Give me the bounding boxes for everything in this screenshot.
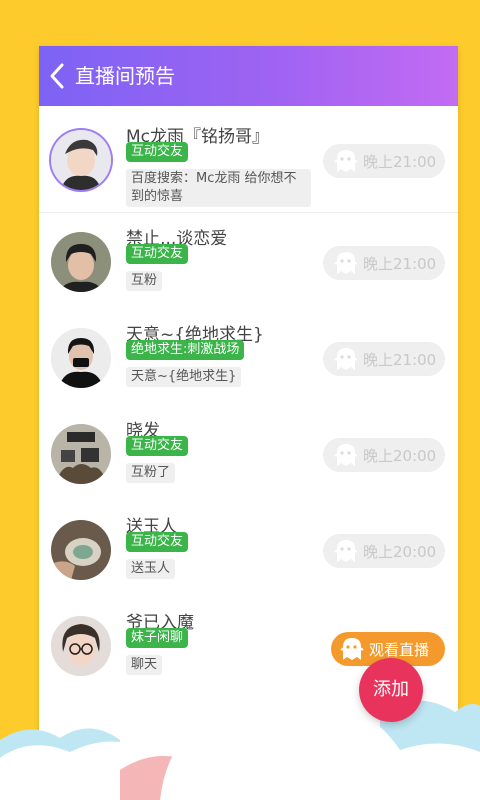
schedule-button[interactable]: 晚上20:00 <box>323 438 445 472</box>
avatar <box>51 424 111 484</box>
schedule-button[interactable]: 晚上21:00 <box>323 144 445 178</box>
ghost-mascot-icon <box>334 444 358 466</box>
stream-description: 互粉了 <box>126 463 176 483</box>
schedule-button[interactable]: 晚上21:00 <box>323 246 445 280</box>
list-item[interactable]: 送玉人 互动交友 送玉人 晚上20:00 <box>39 506 458 603</box>
page-title: 直播间预告 <box>75 64 175 88</box>
schedule-time: 晚上21:00 <box>363 255 437 273</box>
avatar <box>51 130 111 190</box>
schedule-time: 晚上21:00 <box>363 153 437 171</box>
schedule-time: 晚上21:00 <box>363 351 437 369</box>
back-button[interactable] <box>43 60 73 92</box>
list-item[interactable]: Mc龙雨『铭扬哥』 互动交友 百度搜索：Mc龙雨 给你想不到的惊喜 晚上21:0… <box>39 116 458 213</box>
schedule-button[interactable]: 晚上21:00 <box>323 342 445 376</box>
list-item[interactable]: 晓发 互动交友 互粉了 晚上20:00 <box>39 410 458 507</box>
stream-description: 天意~{绝地求生} <box>126 367 242 387</box>
category-tag: 互动交友 <box>126 532 189 552</box>
schedule-time: 晚上20:00 <box>363 447 437 465</box>
ghost-mascot-icon <box>334 150 358 172</box>
category-tag: 互动交友 <box>126 244 189 264</box>
avatar <box>51 232 111 292</box>
stream-description: 百度搜索：Mc龙雨 给你想不到的惊喜 <box>126 169 311 207</box>
stream-description: 互粉 <box>126 271 163 291</box>
avatar <box>51 520 111 580</box>
ghost-mascot-icon <box>334 252 358 274</box>
chevron-left-icon <box>50 63 64 89</box>
ghost-mascot-icon <box>334 348 358 370</box>
add-button[interactable]: 添加 <box>359 658 423 722</box>
list-item[interactable]: 禁止,,,谈恋爱 互动交友 互粉 晚上21:00 <box>39 218 458 315</box>
category-tag: 绝地求生:刺激战场 <box>126 340 245 360</box>
stream-description: 送玉人 <box>126 559 176 579</box>
list-item[interactable]: 天意~{绝地求生} 绝地求生:刺激战场 天意~{绝地求生} 晚上21:00 <box>39 314 458 411</box>
schedule-button[interactable]: 晚上20:00 <box>323 534 445 568</box>
category-tag: 互动交友 <box>126 142 189 162</box>
schedule-time: 晚上20:00 <box>363 543 437 561</box>
header-bar: 直播间预告 <box>39 46 458 106</box>
ghost-mascot-icon <box>334 540 358 562</box>
avatar <box>51 328 111 388</box>
category-tag: 互动交友 <box>126 436 189 456</box>
